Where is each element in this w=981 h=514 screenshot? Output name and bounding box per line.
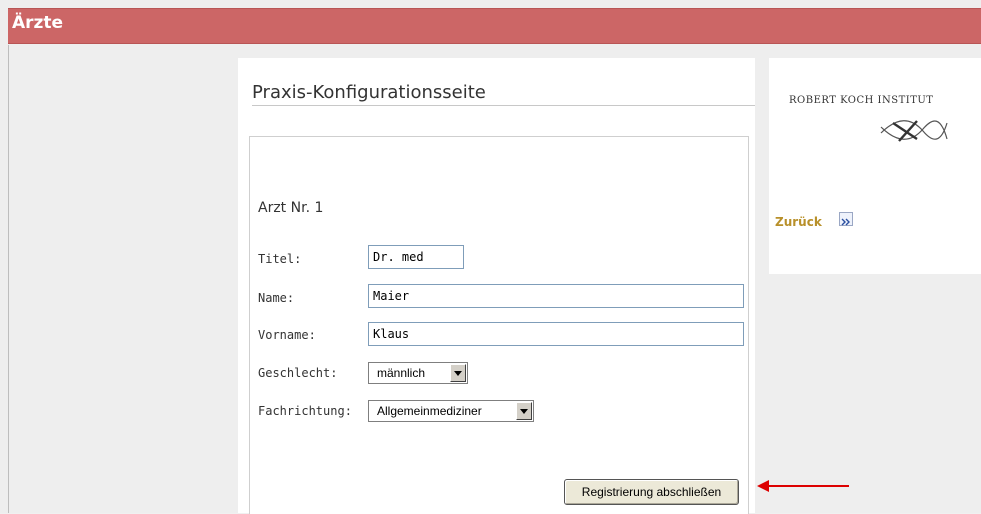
header-title: Ärzte <box>12 13 64 33</box>
annotation-arrow-icon <box>757 480 849 492</box>
left-border <box>8 45 9 513</box>
vorname-label: Vorname: <box>258 328 316 342</box>
doctor-form: Arzt Nr. 1 Titel: Name: Vorname: Geschle… <box>249 136 749 514</box>
geschlecht-label: Geschlecht: <box>258 366 338 380</box>
titel-label: Titel: <box>258 252 302 266</box>
sidebar-panel: ROBERT KOCH INSTITUT Zurück <box>769 58 981 274</box>
title-divider <box>252 105 755 106</box>
double-chevron-right-icon[interactable] <box>839 212 853 226</box>
name-label: Name: <box>258 291 295 305</box>
rki-logo-icon <box>880 120 948 142</box>
fachrichtung-select[interactable]: Allgemeinmediziner <box>368 400 534 422</box>
geschlecht-selected-value: männlich <box>377 366 426 380</box>
header-bar: Ärzte <box>8 8 981 44</box>
page-title: Praxis-Konfigurationsseite <box>252 82 486 103</box>
geschlecht-select[interactable]: männlich <box>368 362 468 384</box>
main-panel: Praxis-Konfigurationsseite Arzt Nr. 1 Ti… <box>238 58 755 514</box>
dropdown-arrow-icon[interactable] <box>450 364 466 382</box>
fachrichtung-selected-value: Allgemeinmediziner <box>377 404 482 418</box>
vorname-input[interactable] <box>368 322 744 346</box>
titel-input[interactable] <box>368 245 464 269</box>
form-heading: Arzt Nr. 1 <box>258 200 324 216</box>
fachrichtung-label: Fachrichtung: <box>258 404 352 418</box>
back-link[interactable]: Zurück <box>775 215 822 229</box>
institute-name: ROBERT KOCH INSTITUT <box>789 95 934 106</box>
registration-submit-button[interactable]: Registrierung abschließen <box>564 479 739 505</box>
name-input[interactable] <box>368 284 744 308</box>
dropdown-arrow-icon[interactable] <box>516 402 532 420</box>
